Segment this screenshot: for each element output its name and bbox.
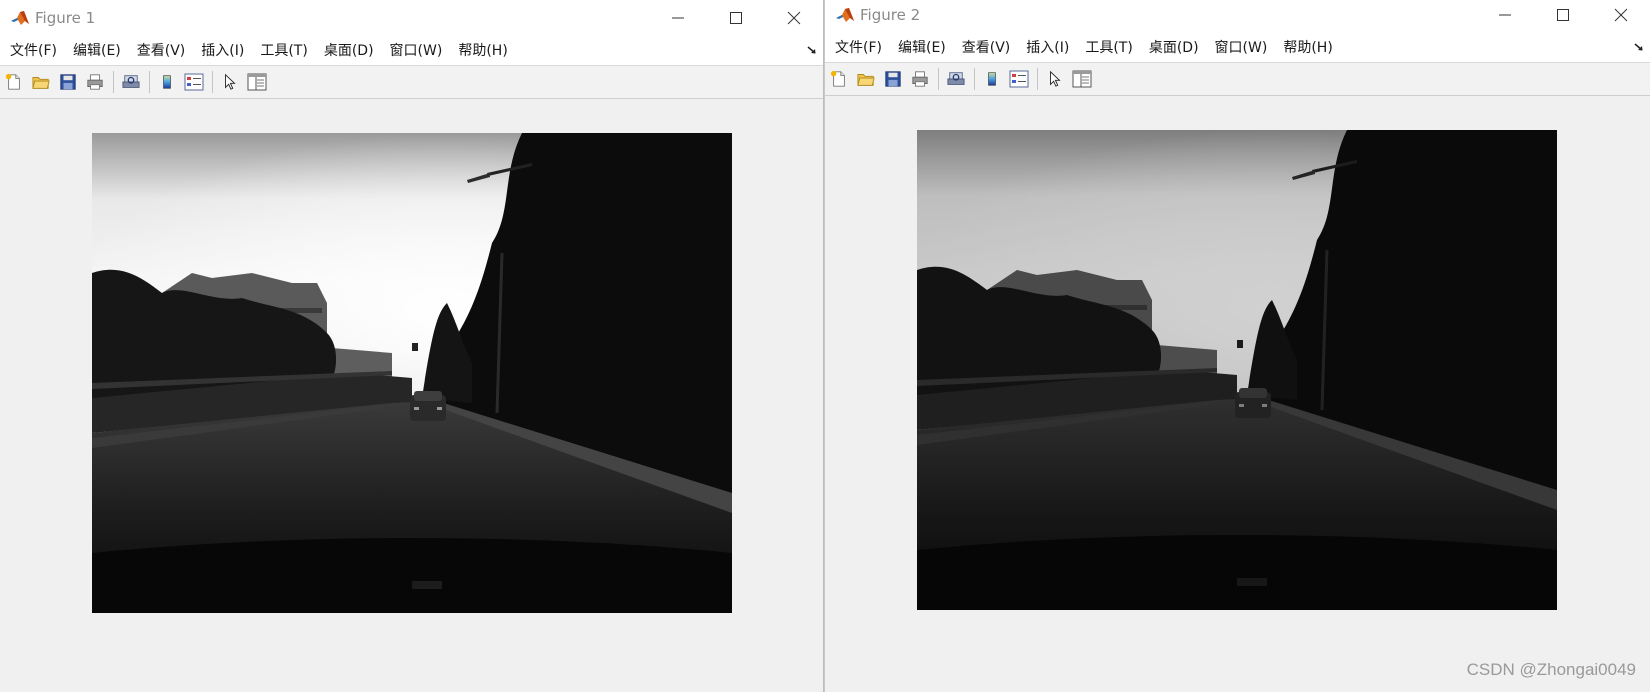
matlab-logo-icon (835, 5, 855, 25)
menu-item[interactable]: 文件(F) (2, 36, 65, 66)
close-icon (787, 11, 801, 25)
title-bar[interactable]: Figure 2 (825, 0, 1650, 33)
toolbar-separator (149, 71, 150, 93)
menu-item[interactable]: 文件(F) (827, 33, 890, 63)
menu-item[interactable]: 桌面(D) (1141, 33, 1207, 63)
new-figure-icon[interactable] (3, 71, 25, 93)
legend-icon[interactable] (1008, 68, 1030, 90)
window-title: Figure 1 (35, 9, 96, 27)
menu-item[interactable]: 查看(V) (129, 36, 194, 66)
menu-items: 文件(F) 编辑(E) 查看(V) 插入(I) 工具(T) 桌面(D) 窗口(W) 帮助(H) (827, 33, 1341, 63)
toolbar-dock-arrow-icon[interactable] (1634, 42, 1644, 52)
toolbar-buttons (3, 71, 273, 93)
save-icon[interactable] (882, 68, 904, 90)
toolbar-separator (212, 71, 213, 93)
toolbar-separator (113, 71, 114, 93)
colorbar-icon[interactable] (981, 68, 1003, 90)
menu-item[interactable]: 编辑(E) (65, 36, 129, 66)
matlab-logo-icon (10, 8, 30, 28)
property-inspector-icon[interactable] (246, 71, 268, 93)
print-icon[interactable] (84, 71, 106, 93)
title-bar[interactable]: Figure 1 (0, 0, 823, 36)
menu-item[interactable]: 窗口(W) (1207, 33, 1276, 63)
watermark: CSDN @Zhongai0049 (1466, 660, 1636, 679)
figure-toolbar (825, 63, 1650, 96)
menu-item[interactable]: 插入(I) (193, 36, 252, 66)
open-file-icon[interactable] (855, 68, 877, 90)
menu-item[interactable]: 插入(I) (1018, 33, 1077, 63)
open-file-icon[interactable] (30, 71, 52, 93)
toolbar-separator (1037, 68, 1038, 90)
menu-items: 文件(F) 编辑(E) 查看(V) 插入(I) 工具(T) 桌面(D) 窗口(W) 帮助(H) (2, 36, 516, 66)
pointer-icon[interactable] (1044, 68, 1066, 90)
menu-item[interactable]: 编辑(E) (890, 33, 954, 63)
figure-canvas[interactable] (825, 96, 1650, 692)
new-figure-icon[interactable] (828, 68, 850, 90)
toolbar-buttons (828, 68, 1098, 90)
maximize-button[interactable] (1534, 0, 1592, 33)
minimize-button[interactable] (649, 0, 707, 36)
close-icon (1614, 8, 1628, 22)
maximize-button[interactable] (707, 0, 765, 36)
minimize-icon (672, 17, 684, 19)
minimize-button[interactable] (1476, 0, 1534, 33)
menu-item[interactable]: 工具(T) (252, 36, 315, 66)
menu-item[interactable]: 帮助(H) (450, 36, 515, 66)
figure-window-2[interactable]: Figure 2 文件(F) 编辑(E) 查看(V) 插入(I) 工具(T) 桌面(D) 窗… (824, 0, 1650, 692)
pointer-icon[interactable] (219, 71, 241, 93)
close-button[interactable] (1592, 0, 1650, 33)
menu-bar: 文件(F) 编辑(E) 查看(V) 插入(I) 工具(T) 桌面(D) 窗口(W) 帮助(H) (825, 33, 1650, 63)
window-title: Figure 2 (860, 6, 921, 24)
close-button[interactable] (765, 0, 823, 36)
legend-icon[interactable] (183, 71, 205, 93)
colorbar-icon[interactable] (156, 71, 178, 93)
displayed-image (917, 130, 1557, 610)
toolbar-dock-arrow-icon[interactable] (807, 45, 817, 55)
print-preview-icon[interactable] (120, 71, 142, 93)
toolbar-separator (938, 68, 939, 90)
minimize-icon (1499, 14, 1511, 16)
figure-window-1[interactable]: Figure 1 文件(F) 编辑(E) 查看(V) 插入(I) 工具(T) 桌面(D) 窗… (0, 0, 824, 692)
save-icon[interactable] (57, 71, 79, 93)
print-preview-icon[interactable] (945, 68, 967, 90)
toolbar-separator (974, 68, 975, 90)
menu-item[interactable]: 帮助(H) (1275, 33, 1340, 63)
menu-item[interactable]: 窗口(W) (382, 36, 451, 66)
menu-item[interactable]: 查看(V) (954, 33, 1019, 63)
property-inspector-icon[interactable] (1071, 68, 1093, 90)
menu-bar: 文件(F) 编辑(E) 查看(V) 插入(I) 工具(T) 桌面(D) 窗口(W) 帮助(H) (0, 36, 823, 66)
menu-item[interactable]: 桌面(D) (316, 36, 382, 66)
maximize-icon (730, 12, 742, 24)
menu-item[interactable]: 工具(T) (1077, 33, 1140, 63)
maximize-icon (1557, 9, 1569, 21)
print-icon[interactable] (909, 68, 931, 90)
figure-toolbar (0, 66, 823, 99)
figure-canvas[interactable] (0, 99, 823, 692)
displayed-image (92, 133, 732, 613)
